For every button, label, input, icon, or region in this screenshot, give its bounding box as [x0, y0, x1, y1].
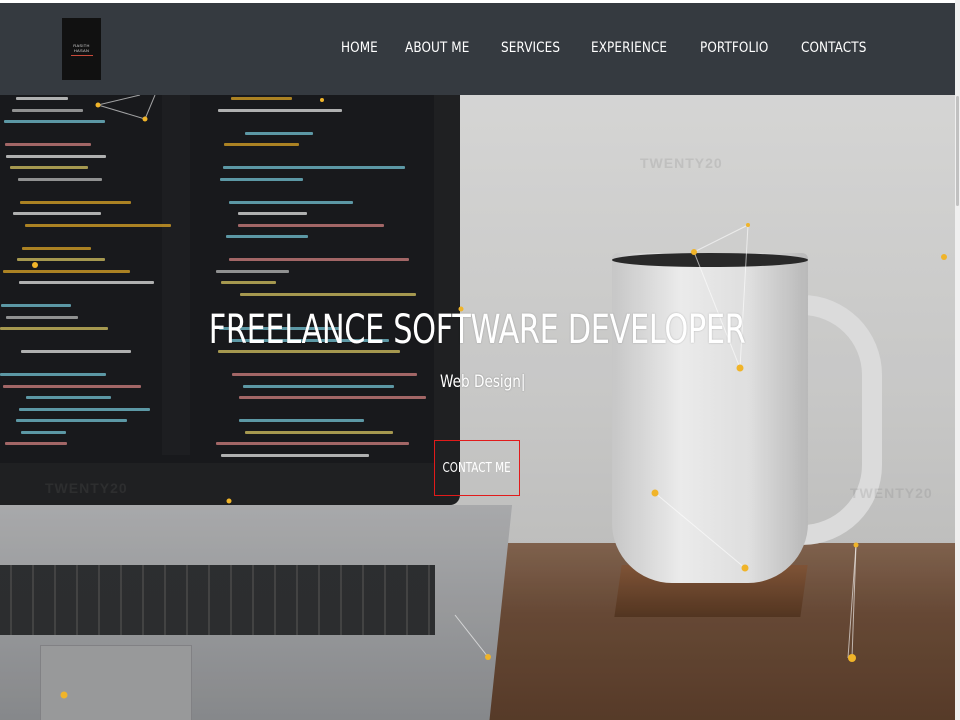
logo-underline [70, 54, 93, 56]
hero-title-text: FREELANCE SOFTWARE DEVELOPER [209, 307, 746, 353]
particle-dots [32, 98, 947, 699]
nav-link-portfolio[interactable]: PORTFOLIO [700, 40, 769, 56]
page-scrollbar[interactable] [955, 0, 960, 720]
page: TWENTY20 TWENTY20 TWENTY20 FREELANCE SOF… [0, 0, 955, 720]
main-nav-menu: HOME ABOUT ME SERVICES EXPERIENCE PORTFO… [341, 39, 877, 57]
hero-section: TWENTY20 TWENTY20 TWENTY20 [0, 95, 955, 720]
nav-item-portfolio: PORTFOLIO [700, 39, 780, 57]
contact-me-button[interactable]: CONTACT ME [434, 440, 520, 496]
nav-item-contacts: CONTACTS [801, 39, 877, 57]
nav-link-services[interactable]: SERVICES [501, 40, 560, 56]
scrollbar-thumb[interactable] [956, 96, 959, 206]
nav-link-experience[interactable]: EXPERIENCE [591, 40, 667, 56]
nav-item-services: SERVICES [501, 39, 570, 57]
hero-subtitle: Web Design| [440, 372, 526, 392]
top-navbar: RASITH HASAN HOME ABOUT ME SERVICES EXPE… [0, 3, 955, 95]
contact-me-label: CONTACT ME [442, 460, 512, 476]
nav-link-about-me[interactable]: ABOUT ME [405, 40, 469, 56]
logo-text-line: HASAN [73, 47, 90, 53]
nav-item-home: HOME [341, 39, 384, 57]
particle-network [32, 95, 947, 699]
nav-item-experience: EXPERIENCE [591, 39, 680, 57]
nav-link-contacts[interactable]: CONTACTS [801, 40, 866, 56]
nav-link-home[interactable]: HOME [341, 40, 378, 56]
hero-title: FREELANCE SOFTWARE DEVELOPER [0, 307, 955, 353]
nav-item-about-me: ABOUT ME [405, 39, 480, 57]
site-logo[interactable]: RASITH HASAN [62, 18, 101, 80]
